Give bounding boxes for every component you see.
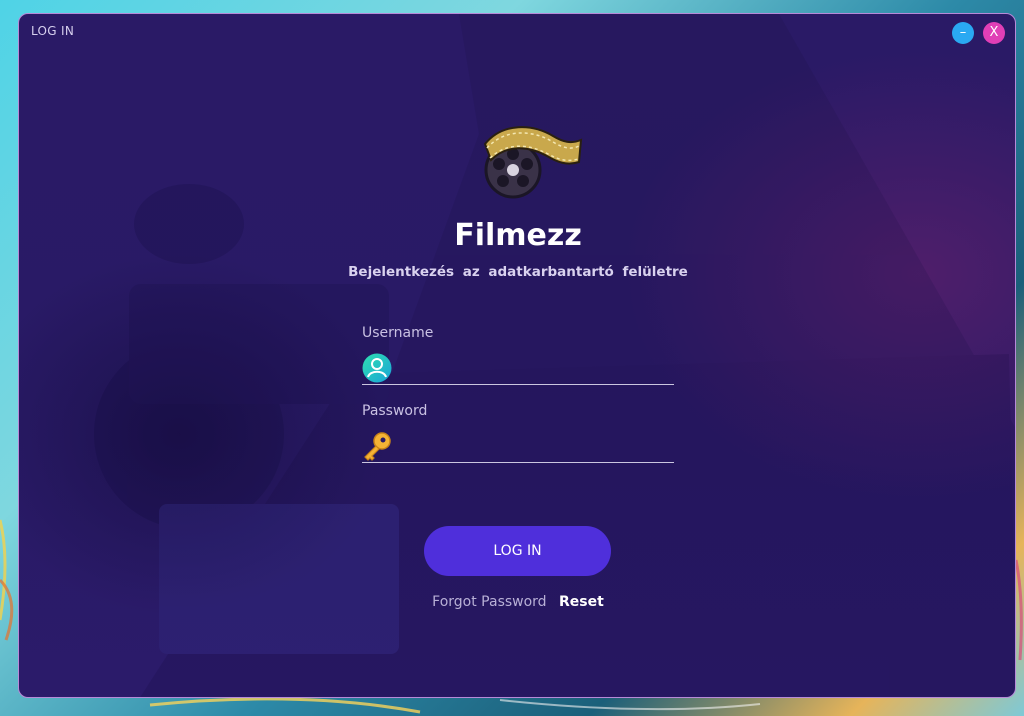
password-field[interactable] bbox=[362, 428, 674, 463]
minimize-button[interactable]: – bbox=[952, 22, 974, 44]
window-title: LOG IN bbox=[31, 24, 75, 38]
user-icon bbox=[362, 353, 392, 383]
login-window: LOG IN – X Filmezz Bejelentkezés az adat… bbox=[18, 13, 1016, 698]
username-label: Username bbox=[362, 325, 434, 341]
app-subtitle: Bejelentkezés az adatkarbantartó felület… bbox=[348, 264, 688, 280]
forgot-password-text: Forgot Password bbox=[432, 594, 547, 610]
username-input[interactable] bbox=[400, 354, 674, 382]
film-reel-icon bbox=[483, 126, 583, 199]
password-label: Password bbox=[362, 403, 428, 419]
forgot-password-row: Forgot Password Reset bbox=[19, 594, 1015, 610]
reset-link[interactable]: Reset bbox=[559, 594, 604, 610]
key-icon bbox=[364, 432, 391, 461]
password-input[interactable] bbox=[400, 432, 674, 460]
login-button[interactable]: LOG IN bbox=[424, 526, 611, 576]
close-button[interactable]: X bbox=[983, 22, 1005, 44]
username-field[interactable] bbox=[362, 350, 674, 385]
app-name: Filmezz bbox=[454, 218, 582, 253]
